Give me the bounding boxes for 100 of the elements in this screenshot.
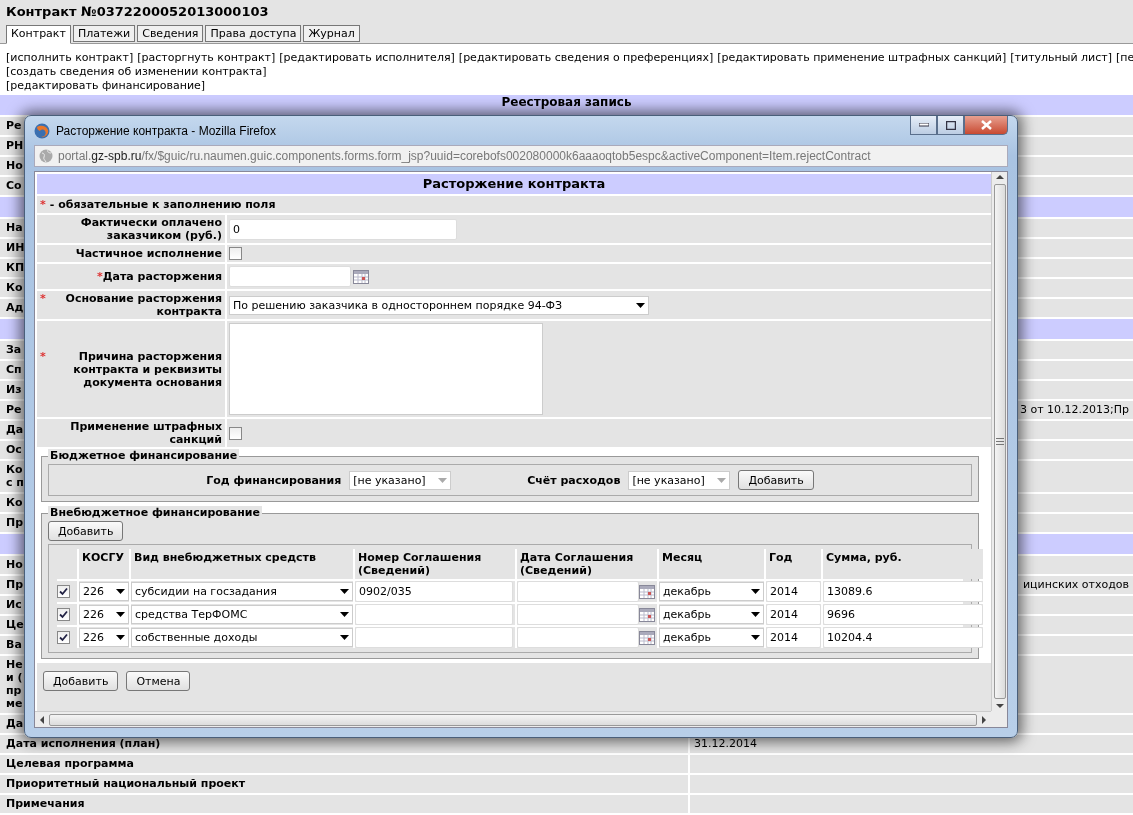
select-field[interactable]: декабрь — [659, 605, 764, 624]
caret-icon — [751, 589, 760, 594]
checkbox[interactable] — [57, 585, 70, 598]
input-field[interactable]: 13089.6 — [823, 581, 983, 602]
input-field[interactable]: 0 — [229, 218, 457, 240]
action-link[interactable]: [пе — [1116, 51, 1133, 64]
tab[interactable]: Права доступа — [205, 25, 302, 42]
vertical-scrollbar[interactable] — [991, 172, 1007, 711]
grip-icon — [995, 438, 1004, 445]
action-link[interactable]: [редактировать применение штрафных санкций] — [717, 51, 1007, 64]
column-header: Дата Соглашения (Сведений) — [517, 549, 657, 579]
action-link[interactable]: [редактировать сведения о преференциях] — [458, 51, 714, 64]
tab[interactable]: Платежи — [72, 25, 136, 42]
fieldset-legend: Внебюджетное финансирование — [48, 506, 262, 519]
action-link[interactable]: [исполнить контракт] — [6, 51, 134, 64]
field-label: Частичное исполнение — [75, 247, 222, 260]
record-label: Целевая программа — [0, 755, 688, 773]
record-label: Примечания — [0, 795, 688, 813]
column-header: Сумма, руб. — [823, 549, 983, 579]
action-link[interactable]: [редактировать финансирование] — [6, 79, 206, 92]
window-title: Расторжение контракта - Mozilla Firefox — [56, 123, 276, 138]
checkbox[interactable] — [229, 426, 242, 440]
globe-icon — [39, 149, 53, 163]
minimize-button[interactable] — [910, 116, 937, 135]
caret-icon — [636, 302, 645, 308]
required-mark: * — [40, 198, 46, 211]
input-field[interactable] — [355, 604, 513, 625]
date-field[interactable] — [229, 266, 351, 287]
select-field[interactable]: [не указано] — [628, 470, 731, 490]
input-field[interactable] — [355, 627, 513, 648]
scroll-up-icon[interactable] — [995, 172, 1004, 182]
column-header: Номер Соглашения (Сведений) — [355, 549, 515, 579]
calendar-icon[interactable] — [639, 630, 655, 645]
required-mark: * — [97, 270, 103, 283]
address-bar[interactable]: portal.gz-spb.ru/fx/$guic/ru.naumen.guic.components.forms.form_jsp?uuid=corebofs002080000k6aaaoqtob5espc&activeComponent=Item.rejectContract — [34, 145, 1008, 167]
value-text: 31.12.2014 — [694, 737, 757, 750]
scrollbar-thumb[interactable] — [49, 713, 977, 726]
maximize-icon — [945, 120, 956, 130]
checkbox[interactable] — [229, 247, 242, 260]
select-field[interactable]: По решению заказчика в одностороннем порядке 94-ФЗ — [229, 295, 649, 315]
form-button[interactable]: Добавить — [43, 671, 119, 691]
input-field[interactable]: 9696 — [823, 604, 983, 625]
date-field[interactable] — [517, 581, 639, 602]
select-field[interactable]: субсидии на госзадания — [131, 582, 353, 601]
caret-icon — [340, 589, 349, 594]
action-link[interactable]: [титульный лист] — [1010, 51, 1112, 64]
maximize-button[interactable] — [937, 116, 964, 135]
caret-icon — [438, 477, 448, 483]
scrollbar-thumb[interactable] — [993, 184, 1006, 699]
select-field[interactable]: декабрь — [659, 628, 764, 647]
form-title: Расторжение контракта — [37, 174, 991, 194]
input-field[interactable]: 10204.4 — [823, 627, 983, 648]
input-field[interactable]: 2014 — [766, 604, 821, 625]
form-button[interactable]: Отмена — [126, 671, 191, 691]
tab[interactable]: Журнал — [303, 25, 360, 42]
value-text: 3 от 10.12.2013;Пр — [1019, 403, 1129, 416]
column-header: КОСГУ — [79, 549, 129, 579]
tab[interactable]: Контракт — [6, 25, 71, 44]
input-field[interactable]: 0902/035 — [355, 581, 513, 602]
action-link[interactable]: [расторгнуть контракт] — [137, 51, 276, 64]
select-field[interactable]: декабрь — [659, 582, 764, 601]
browser-logo-icon — [34, 122, 50, 139]
column-header: Месяц — [659, 549, 764, 579]
field-label: Год финансирования — [206, 473, 342, 487]
calendar-icon[interactable] — [353, 269, 369, 284]
select-field[interactable]: [не указано] — [349, 470, 452, 490]
select-field[interactable]: 226 — [79, 605, 129, 624]
page-title: Контракт №0372200052013000103 — [6, 4, 270, 19]
input-field[interactable]: 2014 — [766, 581, 821, 602]
minimize-icon — [918, 123, 929, 127]
checkbox[interactable] — [57, 631, 70, 644]
fieldset-legend: Бюджетное финансирование — [48, 449, 240, 462]
date-field[interactable] — [517, 604, 639, 625]
tab[interactable]: Сведения — [137, 25, 204, 42]
calendar-icon[interactable] — [639, 584, 655, 599]
action-link[interactable]: [создать сведения об изменении контракта] — [6, 65, 267, 78]
calendar-icon[interactable] — [639, 607, 655, 622]
select-field[interactable]: собственные доходы — [131, 628, 353, 647]
input-field[interactable]: 2014 — [766, 627, 821, 648]
select-field[interactable]: 226 — [79, 582, 129, 601]
scroll-right-icon[interactable] — [981, 715, 989, 724]
horizontal-scrollbar[interactable] — [35, 711, 991, 727]
caret-icon — [717, 477, 727, 483]
close-button[interactable] — [964, 116, 1008, 135]
select-field[interactable]: 226 — [79, 628, 129, 647]
field-label: Дата расторжения — [102, 270, 222, 283]
add-button[interactable]: Добавить — [738, 470, 814, 490]
section-title: Реестровая запись — [501, 95, 632, 109]
checkbox[interactable] — [57, 608, 70, 621]
action-link[interactable]: [редактировать исполнителя] — [279, 51, 455, 64]
column-header: Год — [766, 549, 821, 579]
select-field[interactable]: средства ТерФОМС — [131, 605, 353, 624]
scroll-down-icon[interactable] — [995, 701, 1004, 711]
field-label: Счёт расходов — [527, 473, 621, 487]
field-label: Причина расторжения контракта и реквизиты документа основания — [72, 349, 222, 389]
required-mark: * — [40, 349, 46, 363]
column-header: Вид внебюджетных средств — [131, 549, 353, 579]
caret-icon — [116, 589, 125, 594]
date-field[interactable] — [517, 627, 639, 648]
add-button[interactable]: Добавить — [48, 521, 124, 541]
